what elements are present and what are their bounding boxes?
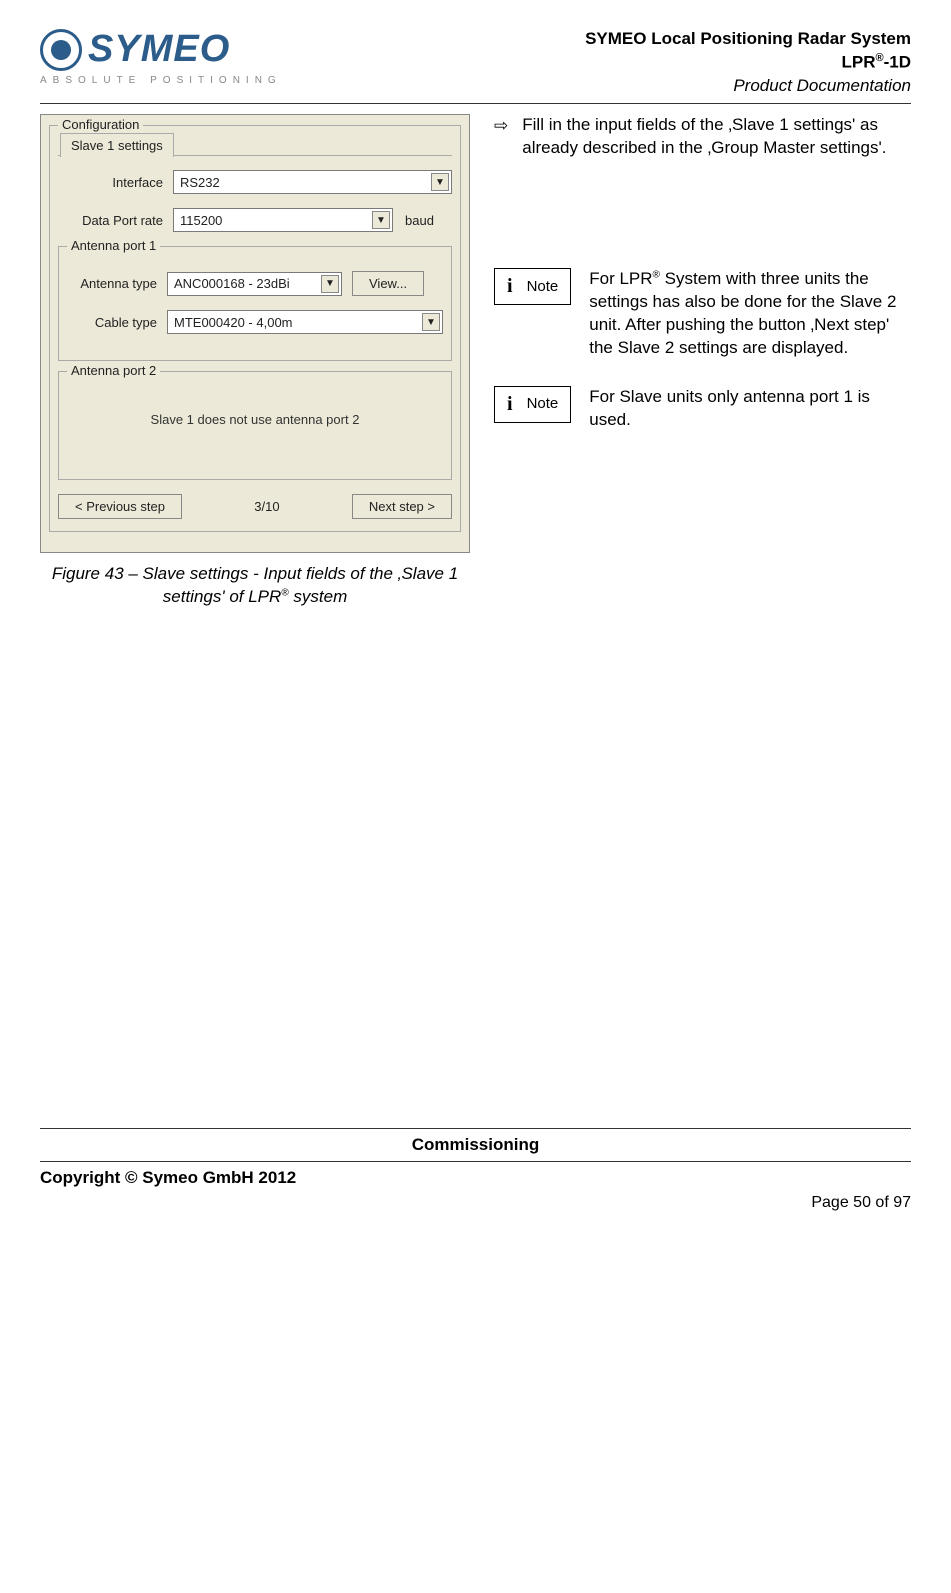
footer-section: Commissioning (40, 1135, 911, 1155)
step-indicator: 3/10 (254, 499, 279, 514)
instruction-row: ⇨ Fill in the input fields of the ‚Slave… (494, 114, 911, 160)
tab-bar: Slave 1 settings (58, 132, 452, 156)
logo-text: SYMEO (88, 28, 230, 71)
view-button[interactable]: View... (352, 271, 424, 296)
footer-copyright: Copyright © Symeo GmbH 2012 (40, 1168, 296, 1188)
dataport-unit: baud (393, 213, 434, 228)
row-antenna-type: Antenna type ANC000168 - 23dBi ▼ View... (67, 271, 443, 296)
logo-subtitle: ABSOLUTE POSITIONING (40, 75, 282, 86)
row-cable-type: Cable type MTE000420 - 4,00m ▼ (67, 310, 443, 334)
chevron-down-icon: ▼ (422, 313, 440, 331)
group-antenna-port-1: Antenna port 1 Antenna type ANC000168 - … (58, 246, 452, 361)
config-dialog: Configuration Slave 1 settings Interface… (40, 114, 470, 553)
info-icon: i (507, 273, 513, 300)
interface-label: Interface (58, 175, 173, 190)
tab-slave1[interactable]: Slave 1 settings (60, 133, 174, 157)
page-header: SYMEO ABSOLUTE POSITIONING SYMEO Local P… (40, 28, 911, 104)
note-1-text: For LPR® System with three units the set… (589, 268, 911, 360)
nav-buttons: < Previous step 3/10 Next step > (58, 494, 452, 519)
logo-block: SYMEO ABSOLUTE POSITIONING (40, 28, 282, 86)
antenna-type-select[interactable]: ANC000168 - 23dBi ▼ (167, 272, 342, 296)
row-interface: Interface RS232 ▼ (58, 170, 452, 194)
note-badge: i Note (494, 386, 571, 423)
ap1-title: Antenna port 1 (67, 238, 160, 253)
dataport-select[interactable]: 115200 ▼ (173, 208, 393, 232)
logo-icon (40, 29, 82, 71)
header-line1: SYMEO Local Positioning Radar System (585, 28, 911, 51)
group-title: Configuration (58, 117, 143, 132)
chevron-down-icon: ▼ (321, 275, 339, 293)
header-line2: LPR®-1D (585, 51, 911, 75)
figure-caption: Figure 43 – Slave settings - Input field… (40, 563, 470, 607)
chevron-down-icon: ▼ (431, 173, 449, 191)
header-line3: Product Documentation (585, 75, 911, 98)
antenna-type-label: Antenna type (67, 276, 167, 291)
arrow-right-icon: ⇨ (494, 115, 508, 160)
previous-step-button[interactable]: < Previous step (58, 494, 182, 519)
page-footer: Commissioning Copyright © Symeo GmbH 201… (40, 1128, 911, 1212)
cable-type-select[interactable]: MTE000420 - 4,00m ▼ (167, 310, 443, 334)
ap2-placeholder: Slave 1 does not use antenna port 2 (67, 382, 443, 467)
instruction-text: Fill in the input fields of the ‚Slave 1… (522, 114, 911, 160)
footer-page: Page 50 of 97 (40, 1194, 911, 1212)
chevron-down-icon: ▼ (372, 211, 390, 229)
note-2-text: For Slave units only antenna port 1 is u… (589, 386, 911, 432)
note-1: i Note For LPR® System with three units … (494, 268, 911, 360)
info-icon: i (507, 391, 513, 418)
row-dataport: Data Port rate 115200 ▼ baud (58, 208, 452, 232)
note-badge: i Note (494, 268, 571, 305)
group-antenna-port-2: Antenna port 2 Slave 1 does not use ante… (58, 371, 452, 480)
header-titles: SYMEO Local Positioning Radar System LPR… (585, 28, 911, 97)
cable-type-label: Cable type (67, 315, 167, 330)
group-configuration: Configuration Slave 1 settings Interface… (49, 125, 461, 532)
ap2-title: Antenna port 2 (67, 363, 160, 378)
next-step-button[interactable]: Next step > (352, 494, 452, 519)
note-2: i Note For Slave units only antenna port… (494, 386, 911, 432)
interface-select[interactable]: RS232 ▼ (173, 170, 452, 194)
dataport-label: Data Port rate (58, 213, 173, 228)
